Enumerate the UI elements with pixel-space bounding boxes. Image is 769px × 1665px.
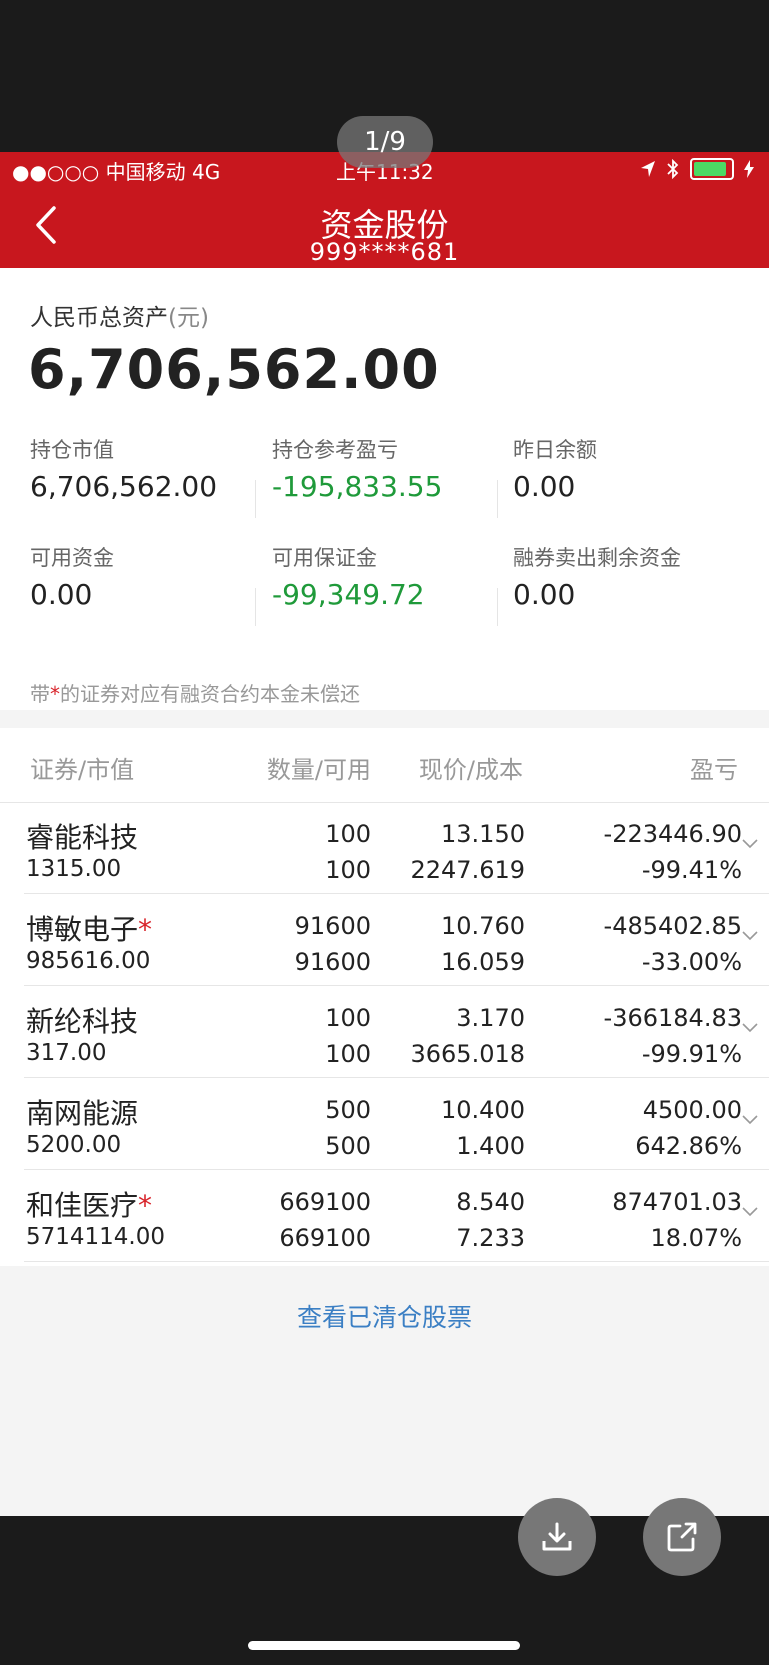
profit-amount: 4500.00 <box>642 1096 742 1124</box>
current-price: 8.540 <box>456 1188 525 1216</box>
cost-price: 2247.619 <box>410 856 525 884</box>
market-value: 985616.00 <box>26 948 151 974</box>
profit-percent: -99.91% <box>641 1040 742 1068</box>
profit-amount: -366184.83 <box>603 1004 742 1032</box>
row-divider <box>24 1261 769 1262</box>
market-value: 5200.00 <box>26 1132 122 1158</box>
divider <box>255 588 256 626</box>
available-funds-value: 0.00 <box>30 578 93 611</box>
location-icon <box>641 161 655 177</box>
page-indicator: 1/9 <box>337 116 433 168</box>
available-quantity: 100 <box>325 1040 371 1068</box>
divider <box>497 480 498 518</box>
chevron-down-icon[interactable] <box>741 838 759 850</box>
download-button[interactable] <box>518 1498 596 1576</box>
margin-note: 带*的证券对应有融资合约本金未偿还 <box>30 682 360 706</box>
holdings-table: 证券/市值 数量/可用 现价/成本 盈亏 睿能科技 1315.00 100 100 13… <box>0 728 769 1266</box>
quantity: 91600 <box>294 912 371 940</box>
total-assets-unit: (元) <box>168 305 209 331</box>
security-name: 和佳医疗* <box>26 1189 153 1222</box>
cost-price: 16.059 <box>441 948 525 976</box>
assets-summary-card: 人民币总资产(元) 6,706,562.00 持仓市值 6,706,562.00… <box>0 268 769 710</box>
quantity: 500 <box>325 1096 371 1124</box>
available-margin-value: -99,349.72 <box>272 578 425 611</box>
market-value: 1315.00 <box>26 856 122 882</box>
yesterday-balance-value: 0.00 <box>513 470 576 503</box>
table-row[interactable]: 睿能科技 1315.00 100 100 13.150 2247.619 -223446.9… <box>0 802 769 894</box>
bluetooth-icon <box>667 159 679 179</box>
available-margin-label: 可用保证金 <box>272 546 377 570</box>
security-name: 博敏电子* <box>26 913 153 946</box>
quantity: 100 <box>325 1004 371 1032</box>
header-price: 现价/成本 <box>418 756 523 784</box>
available-funds-label: 可用资金 <box>30 546 114 570</box>
position-profit-value: -195,833.55 <box>272 470 443 503</box>
lower-area: 查看已清仓股票 <box>0 1266 769 1516</box>
battery-level <box>694 162 727 176</box>
table-row[interactable]: 博敏电子* 985616.00 91600 91600 10.760 16.059 -485… <box>0 894 769 986</box>
account-number: 999****681 <box>309 238 460 266</box>
download-icon <box>542 1522 572 1551</box>
current-price: 10.400 <box>441 1096 525 1124</box>
cost-price: 7.233 <box>456 1224 525 1252</box>
charging-icon <box>744 160 754 178</box>
profit-amount: -223446.90 <box>603 820 742 848</box>
chevron-down-icon[interactable] <box>741 1022 759 1034</box>
section-gap <box>0 710 769 728</box>
profit-percent: 642.86% <box>635 1132 742 1160</box>
position-market-value: 6,706,562.00 <box>30 470 218 503</box>
status-indicators <box>640 158 754 180</box>
current-price: 13.150 <box>441 820 525 848</box>
market-value: 317.00 <box>26 1040 107 1066</box>
total-assets-value: 6,706,562.00 <box>28 338 440 401</box>
profit-percent: 18.07% <box>650 1224 742 1252</box>
share-icon <box>667 1522 697 1552</box>
cost-price: 1.400 <box>456 1132 525 1160</box>
divider <box>255 480 256 518</box>
table-row[interactable]: 和佳医疗* 5714114.00 669100 669100 8.540 7.233 874… <box>0 1170 769 1262</box>
financing-star: * <box>138 1189 153 1222</box>
chevron-down-icon[interactable] <box>741 1206 759 1218</box>
available-quantity: 669100 <box>279 1224 371 1252</box>
position-profit-label: 持仓参考盈亏 <box>272 438 398 462</box>
table-row[interactable]: 新纶科技 317.00 100 100 3.170 3665.018 -366184.83 -… <box>0 986 769 1078</box>
header-quantity: 数量/可用 <box>266 756 371 784</box>
chevron-down-icon[interactable] <box>741 930 759 942</box>
table-header: 证券/市值 数量/可用 现价/成本 盈亏 <box>0 728 769 803</box>
current-price: 3.170 <box>456 1004 525 1032</box>
status-carrier: ●●○○○ 中国移动 4G <box>12 160 221 184</box>
share-button[interactable] <box>643 1498 721 1576</box>
available-quantity: 500 <box>325 1132 371 1160</box>
quantity: 669100 <box>279 1188 371 1216</box>
app-header: ●●○○○ 中国移动 4G 上午11:32 资金股份 999****681 <box>0 152 769 268</box>
divider <box>497 588 498 626</box>
home-indicator <box>248 1641 520 1650</box>
position-market-value-label: 持仓市值 <box>30 438 114 462</box>
profit-amount: -485402.85 <box>603 912 742 940</box>
available-quantity: 91600 <box>294 948 371 976</box>
available-quantity: 100 <box>325 856 371 884</box>
financing-star: * <box>138 913 153 946</box>
cost-price: 3665.018 <box>410 1040 525 1068</box>
view-cleared-stocks-link[interactable]: 查看已清仓股票 <box>0 1298 769 1334</box>
total-assets-label: 人民币总资产(元) <box>30 305 209 331</box>
quantity: 100 <box>325 820 371 848</box>
header-security: 证券/市值 <box>30 756 135 784</box>
profit-amount: 874701.03 <box>612 1188 742 1216</box>
yesterday-balance-label: 昨日余额 <box>513 438 597 462</box>
table-row[interactable]: 南网能源 5200.00 500 500 10.400 1.400 4500.00 642.8… <box>0 1078 769 1170</box>
short-sale-remaining-value: 0.00 <box>513 578 576 611</box>
current-price: 10.760 <box>441 912 525 940</box>
security-name: 南网能源 <box>26 1097 139 1130</box>
security-name: 新纶科技 <box>26 1005 139 1038</box>
header-profit: 盈亏 <box>690 756 738 784</box>
short-sale-remaining-label: 融券卖出剩余资金 <box>513 546 681 570</box>
battery-icon <box>690 158 734 180</box>
security-name: 睿能科技 <box>26 821 139 854</box>
chevron-down-icon[interactable] <box>741 1114 759 1126</box>
profit-percent: -99.41% <box>641 856 742 884</box>
market-value: 5714114.00 <box>26 1224 166 1250</box>
profit-percent: -33.00% <box>641 948 742 976</box>
